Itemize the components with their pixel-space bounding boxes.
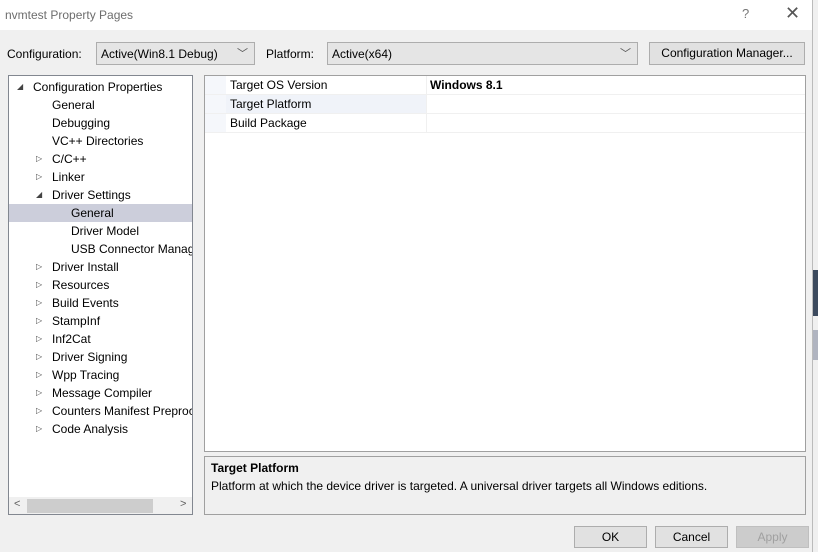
help-button[interactable]: ? [742,6,749,21]
tree-item-label: Inf2Cat [52,332,91,346]
collapsed-triangle-icon[interactable]: ▷ [36,276,42,294]
platform-label: Platform: [266,47,315,61]
property-name: Build Package [230,116,307,130]
tree-item-label: Configuration Properties [33,80,163,94]
description-title: Target Platform [211,461,299,475]
collapsed-triangle-icon[interactable]: ▷ [36,348,42,366]
property-value[interactable] [426,95,805,113]
tree-item-label: C/C++ [52,152,87,166]
apply-button[interactable]: Apply [736,526,809,548]
collapsed-triangle-icon[interactable]: ▷ [36,168,42,186]
tree-item-label: Driver Model [71,224,140,238]
platform-value: Active(x64) [332,47,393,61]
tree-item-label: USB Connector Manag [71,242,193,256]
tree-item[interactable]: ▷ Counters Manifest Preproc [9,402,192,420]
background-window-edge-mid [813,330,818,360]
grid-row[interactable]: Target OS Version Windows 8.1 [205,76,805,95]
collapsed-triangle-icon[interactable]: ▷ [36,294,42,312]
collapsed-triangle-icon[interactable]: ▷ [36,420,42,438]
tree-item-label: VC++ Directories [52,134,144,148]
tree-item-label: Driver Settings [52,188,131,202]
tree-item[interactable]: Debugging [9,114,192,132]
tree-item[interactable]: VC++ Directories [9,132,192,150]
collapsed-triangle-icon[interactable]: ▷ [36,312,42,330]
tree-item-label: Debugging [52,116,111,130]
tree-item[interactable]: ▷ Wpp Tracing [9,366,192,384]
configuration-manager-button[interactable]: Configuration Manager... [649,42,805,65]
tree-item-label: Code Analysis [52,422,129,436]
scroll-right-icon[interactable]: > [180,498,186,510]
scrollbar-thumb[interactable] [27,499,153,513]
tree-item[interactable]: ◢ Driver Settings [9,186,192,204]
horizontal-scrollbar[interactable]: < > [9,497,192,514]
tree-item[interactable]: ▷ Code Analysis [9,420,192,438]
property-name: Target OS Version [230,78,328,92]
tree-item-label: Driver Signing [52,350,128,364]
tree-item-label: Driver Install [52,260,119,274]
collapsed-triangle-icon[interactable]: ▷ [36,258,42,276]
background-window-edge-dark [813,270,818,316]
tree-item[interactable]: ▷ Driver Signing [9,348,192,366]
tree-item-label: Build Events [52,296,119,310]
description-text: Platform at which the device driver is t… [211,479,708,493]
collapsed-triangle-icon[interactable]: ▷ [36,402,42,420]
window-title: nvmtest Property Pages [5,8,134,22]
tree-item[interactable]: ▷ Inf2Cat [9,330,192,348]
configuration-label: Configuration: [7,47,82,61]
tree-item[interactable]: ▷ Resources [9,276,192,294]
tree-item[interactable]: USB Connector Manag [9,240,192,258]
expanded-triangle-icon[interactable]: ◢ [36,186,42,204]
tree-item-label: General [52,98,95,112]
grid-row[interactable]: Build Package [205,114,805,133]
tree-item-label: Wpp Tracing [52,368,120,382]
property-name: Target Platform [226,95,426,113]
grid-row[interactable]: Target Platform [205,95,805,114]
chevron-down-icon: ﹀ [620,48,631,60]
tree-item-label: StampInf [52,314,101,328]
collapsed-triangle-icon[interactable]: ▷ [36,384,42,402]
chevron-down-icon: ﹀ [237,48,248,60]
platform-dropdown[interactable]: Active(x64) ﹀ [327,42,638,65]
collapsed-triangle-icon[interactable]: ▷ [36,150,42,168]
tree-item[interactable]: ▷ Build Events [9,294,192,312]
tree-item[interactable]: Driver Model [9,222,192,240]
property-value[interactable] [426,114,805,132]
collapsed-triangle-icon[interactable]: ▷ [36,330,42,348]
property-value[interactable]: Windows 8.1 [426,76,805,94]
tree-item[interactable]: ▷ Linker [9,168,192,186]
tree-item-label: Resources [52,278,110,292]
tree-item-label: Message Compiler [52,386,153,400]
collapsed-triangle-icon[interactable]: ▷ [36,366,42,384]
close-icon[interactable]: ✕ [785,3,800,23]
ok-button[interactable]: OK [574,526,647,548]
tree-item[interactable]: ▷ C/C++ [9,150,192,168]
configuration-value: Active(Win8.1 Debug) [101,47,218,61]
tree-item-label: General [71,206,114,220]
property-tree[interactable]: ◢ Configuration Properties General Debuggin… [8,75,193,515]
title-bar: nvmtest Property Pages ? ✕ [0,0,812,30]
tree-item[interactable]: ▷ Message Compiler [9,384,192,402]
configuration-dropdown[interactable]: Active(Win8.1 Debug) ﹀ [96,42,255,65]
tree-item[interactable]: General [9,96,192,114]
tree-item[interactable]: ◢ Configuration Properties [9,78,192,96]
expanded-triangle-icon[interactable]: ◢ [17,78,23,96]
property-grid: Target OS Version Windows 8.1 Target Pla… [204,75,806,452]
cancel-button[interactable]: Cancel [655,526,728,548]
tree-item[interactable]: ▷ StampInf [9,312,192,330]
tree-item-label: Counters Manifest Preproc [52,404,193,418]
tree-item[interactable]: ▷ Driver Install [9,258,192,276]
tree-item[interactable]: General [9,204,192,222]
description-panel: Target Platform Platform at which the de… [204,456,806,515]
scroll-left-icon[interactable]: < [14,498,20,510]
tree-item-label: Linker [52,170,85,184]
